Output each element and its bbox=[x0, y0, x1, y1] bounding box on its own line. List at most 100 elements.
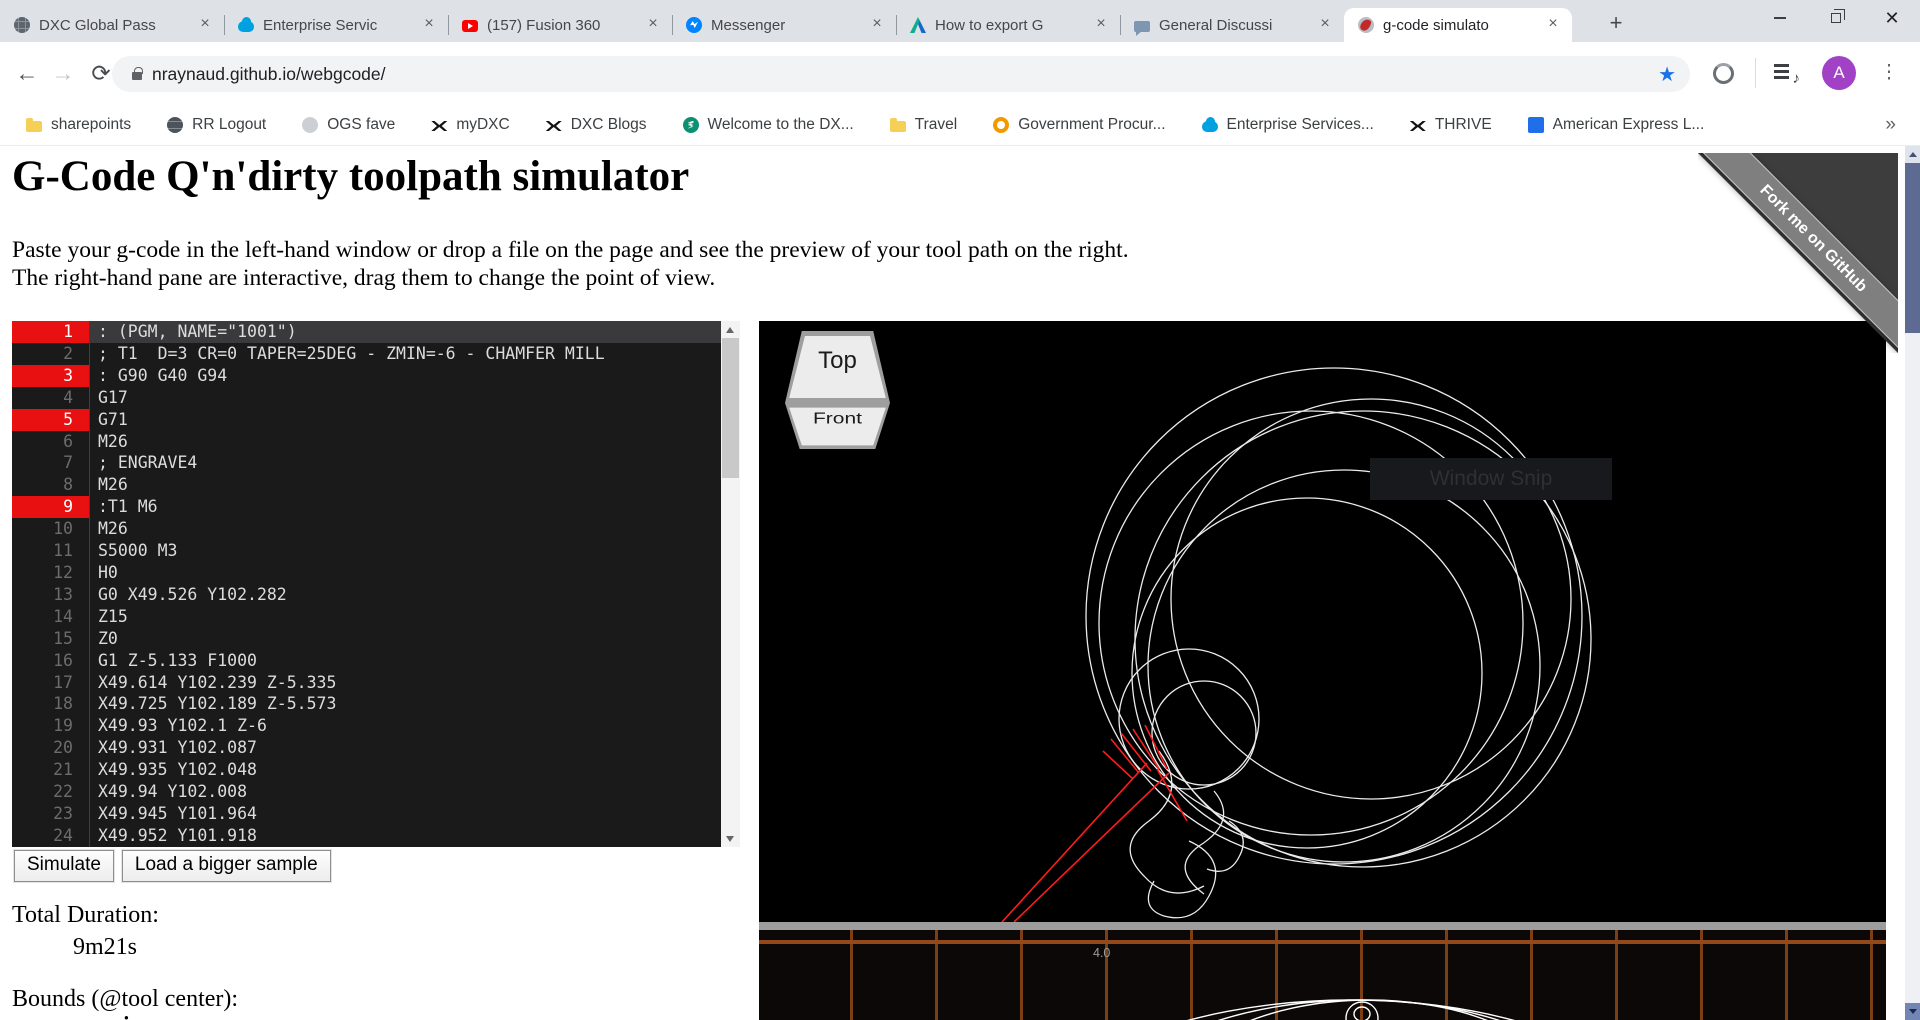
code-line[interactable]: 14 Z15 bbox=[12, 606, 721, 628]
code-line[interactable]: 3 : G90 G40 G94 bbox=[12, 365, 721, 387]
scroll-up-icon[interactable] bbox=[721, 321, 740, 338]
code-text: X49.614 Y102.239 Z-5.335 bbox=[90, 672, 721, 694]
bookmark-star-icon[interactable]: ★ bbox=[1658, 62, 1676, 87]
extension-ring-icon[interactable] bbox=[1713, 63, 1734, 84]
code-line[interactable]: 19 X49.93 Y102.1 Z-6 bbox=[12, 715, 721, 737]
bookmark-item[interactable]: Government Procur... bbox=[993, 116, 1165, 134]
page-content: G-Code Q'n'dirty toolpath simulator Past… bbox=[0, 146, 1920, 1020]
close-icon: ✕ bbox=[1884, 9, 1899, 27]
dxc-logo-icon bbox=[431, 121, 447, 131]
bookmark-label: Welcome to the DX... bbox=[708, 116, 854, 134]
code-line[interactable]: 9 :T1 M6 bbox=[12, 496, 721, 518]
browser-tab[interactable]: Enterprise Servic × bbox=[224, 8, 448, 42]
editor-scrollbar[interactable] bbox=[721, 321, 740, 847]
sharepoint-green-icon bbox=[683, 117, 699, 133]
bookmark-item[interactable]: OGS fave bbox=[302, 116, 395, 134]
bookmark-item[interactable]: DXC Blogs bbox=[546, 116, 647, 134]
close-button[interactable]: ✕ bbox=[1864, 0, 1920, 36]
page-scrollbar-thumb[interactable] bbox=[1905, 163, 1920, 333]
tab-title: g-code simulato bbox=[1383, 17, 1544, 34]
total-duration-value: 9m21s bbox=[73, 934, 137, 961]
load-sample-button[interactable]: Load a bigger sample bbox=[122, 850, 331, 882]
browser-menu-icon[interactable]: ⋮ bbox=[1874, 56, 1904, 90]
restore-button[interactable] bbox=[1808, 0, 1864, 36]
code-line[interactable]: 17 X49.614 Y102.239 Z-5.335 bbox=[12, 672, 721, 694]
browser-tab[interactable]: g-code simulato × bbox=[1344, 8, 1572, 42]
page-scroll-down-icon[interactable] bbox=[1905, 1003, 1920, 1020]
forum-favicon bbox=[1134, 21, 1150, 32]
code-text: Z15 bbox=[90, 606, 721, 628]
line-number: 14 bbox=[12, 606, 90, 628]
new-tab-button[interactable]: + bbox=[1600, 8, 1632, 40]
code-line[interactable]: 15 Z0 bbox=[12, 628, 721, 650]
page-scroll-up-icon[interactable] bbox=[1905, 146, 1920, 163]
code-line[interactable]: 5 G71 bbox=[12, 409, 721, 431]
browser-tab[interactable]: How to export G × bbox=[896, 8, 1120, 42]
browser-tab[interactable]: (157) Fusion 360 × bbox=[448, 8, 672, 42]
code-line[interactable]: 2 ; T1 D=3 CR=0 TAPER=25DEG - ZMIN=-6 - … bbox=[12, 343, 721, 365]
code-line[interactable]: 20 X49.931 Y102.087 bbox=[12, 737, 721, 759]
code-text: X49.93 Y102.1 Z-6 bbox=[90, 715, 721, 737]
tab-close-icon[interactable]: × bbox=[1092, 16, 1110, 34]
scroll-down-icon[interactable] bbox=[721, 830, 740, 847]
minimize-button[interactable] bbox=[1752, 0, 1808, 36]
code-line[interactable]: 24 X49.952 Y101.918 bbox=[12, 825, 721, 847]
code-line[interactable]: 16 G1 Z-5.133 F1000 bbox=[12, 650, 721, 672]
tab-close-icon[interactable]: × bbox=[1544, 16, 1562, 34]
address-bar[interactable]: nraynaud.github.io/webgcode/ ★ bbox=[112, 56, 1690, 92]
bookmark-item[interactable]: THRIVE bbox=[1410, 116, 1492, 134]
code-text: ; T1 D=3 CR=0 TAPER=25DEG - ZMIN=-6 - CH… bbox=[90, 343, 721, 365]
back-button[interactable]: ← bbox=[9, 55, 45, 91]
line-number: 24 bbox=[12, 825, 90, 847]
line-number: 3 bbox=[12, 365, 90, 387]
simulate-button[interactable]: Simulate bbox=[14, 850, 114, 882]
page-scrollbar[interactable] bbox=[1905, 146, 1920, 1020]
code-line[interactable]: 8 M26 bbox=[12, 474, 721, 496]
code-line[interactable]: 10 M26 bbox=[12, 518, 721, 540]
tab-close-icon[interactable]: × bbox=[420, 16, 438, 34]
code-line[interactable]: 1 : (PGM, NAME="1001") bbox=[12, 321, 721, 343]
forward-button[interactable]: → bbox=[45, 55, 81, 91]
code-line[interactable]: 22 X49.94 Y102.008 bbox=[12, 781, 721, 803]
tab-close-icon[interactable]: × bbox=[644, 16, 662, 34]
bookmarks-overflow-chevron[interactable]: » bbox=[1885, 114, 1896, 136]
bookmark-item[interactable]: RR Logout bbox=[167, 116, 266, 134]
bookmark-item[interactable]: Travel bbox=[890, 116, 958, 134]
tab-close-icon[interactable]: × bbox=[196, 16, 214, 34]
window-snip-overlay: Window Snip bbox=[1370, 458, 1612, 500]
code-line[interactable]: 4 G17 bbox=[12, 387, 721, 409]
bookmark-label: RR Logout bbox=[192, 116, 266, 134]
line-number: 7 bbox=[12, 452, 90, 474]
editor-scrollbar-thumb[interactable] bbox=[722, 338, 739, 478]
machine-simulation-view[interactable]: 4.0 bbox=[759, 930, 1886, 1020]
profile-avatar[interactable]: A bbox=[1822, 56, 1856, 90]
bookmark-item[interactable]: sharepoints bbox=[26, 116, 131, 134]
code-line[interactable]: 18 X49.725 Y102.189 Z-5.573 bbox=[12, 693, 721, 715]
code-line[interactable]: 7 ; ENGRAVE4 bbox=[12, 452, 721, 474]
bookmark-item[interactable]: Enterprise Services... bbox=[1202, 116, 1374, 134]
extension-playlist-icon[interactable]: ♪ bbox=[1774, 62, 1798, 84]
line-number: 21 bbox=[12, 759, 90, 781]
code-text: X49.725 Y102.189 Z-5.573 bbox=[90, 693, 721, 715]
bookmark-item[interactable]: Welcome to the DX... bbox=[683, 116, 854, 134]
code-line[interactable]: 12 H0 bbox=[12, 562, 721, 584]
code-line[interactable]: 21 X49.935 Y102.048 bbox=[12, 759, 721, 781]
browser-tab[interactable]: DXC Global Pass × bbox=[0, 8, 224, 42]
tab-close-icon[interactable]: × bbox=[1316, 16, 1334, 34]
tab-close-icon[interactable]: × bbox=[868, 16, 886, 34]
bookmark-item[interactable]: myDXC bbox=[431, 116, 509, 134]
line-number: 17 bbox=[12, 672, 90, 694]
toolpath-3d-view[interactable]: Top Front Window Snip bbox=[759, 321, 1886, 922]
code-line[interactable]: 23 X49.945 Y101.964 bbox=[12, 803, 721, 825]
view-cube[interactable]: Top Front bbox=[785, 331, 890, 449]
bookmark-label: OGS fave bbox=[327, 116, 395, 134]
code-line[interactable]: 11 S5000 M3 bbox=[12, 540, 721, 562]
bookmark-item[interactable]: American Express L... bbox=[1528, 116, 1705, 134]
fork-me-ribbon[interactable]: Fork me on GitHub bbox=[1698, 153, 1898, 353]
code-line[interactable]: 6 M26 bbox=[12, 431, 721, 453]
gcode-editor[interactable]: 1 : (PGM, NAME="1001") 2 ; T1 D=3 CR=0 T… bbox=[12, 321, 740, 847]
bookmark-label: myDXC bbox=[456, 116, 509, 134]
browser-tab[interactable]: General Discussi × bbox=[1120, 8, 1344, 42]
code-line[interactable]: 13 G0 X49.526 Y102.282 bbox=[12, 584, 721, 606]
browser-tab[interactable]: Messenger × bbox=[672, 8, 896, 42]
